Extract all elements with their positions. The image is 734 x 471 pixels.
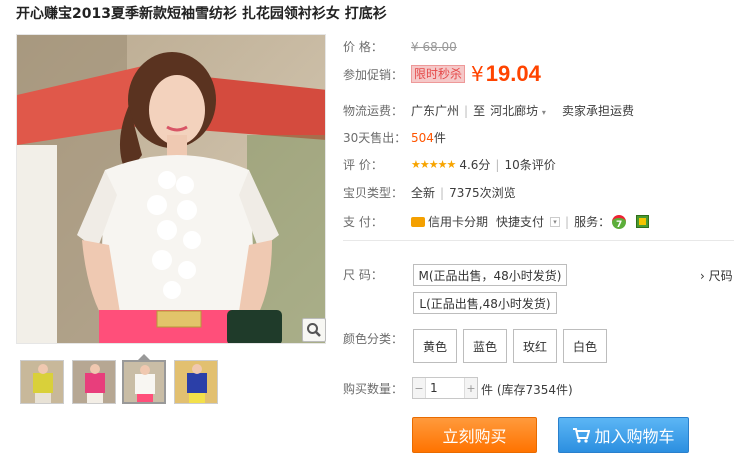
quantity-stepper: − + [412, 377, 478, 399]
buy-now-button[interactable]: 立刻购买 [412, 417, 537, 453]
sales-count: 504 [411, 130, 434, 145]
price-label: 价 格： [343, 40, 383, 54]
star-rating-icon: ★★★★★ [411, 158, 456, 171]
color-option-blue[interactable]: 蓝色 [463, 329, 507, 363]
view-count: 7375次浏览 [449, 186, 516, 200]
currency-symbol: ¥ [471, 62, 484, 86]
shipping-row: 物流运费： 广东广州 | 至 河北廊坊 ▾ 卖家承担运费 [343, 102, 634, 119]
magnifier-icon [307, 323, 321, 337]
rating-row: 评 价： ★★★★★ 4.6分 | 10条评价 [343, 156, 556, 173]
info-divider [343, 240, 734, 241]
rating-score: 4.6分 [459, 158, 491, 172]
chevron-down-icon[interactable]: ▾ [550, 216, 561, 227]
item-condition: 全新 [411, 186, 436, 200]
thumbnail-blue[interactable] [174, 360, 218, 404]
service-label: 服务： [574, 215, 611, 229]
sales-unit: 件 [433, 131, 446, 145]
ship-sep-pipe: | [464, 103, 469, 118]
main-product-image[interactable] [16, 34, 326, 344]
promo-row: 参加促销： 限时秒杀 ¥ 19.04 [343, 61, 541, 87]
sales-row: 30天售出： 504 件 [343, 129, 446, 146]
payment-label: 支 付： [343, 215, 383, 229]
seven-day-return-icon[interactable]: 7 [612, 214, 627, 230]
size-option-l[interactable]: L(正品出售,48小时发货) [413, 292, 557, 314]
ship-from: 广东广州 [411, 104, 460, 118]
color-label: 颜色分类： [343, 332, 404, 346]
quantity-label-row: 购买数量： [343, 380, 411, 397]
item-type-row: 宝贝类型： 全新 | 7375次浏览 [343, 184, 516, 201]
chevron-down-icon: ▾ [541, 108, 546, 117]
review-count-link[interactable]: 10条评价 [504, 156, 555, 173]
color-option-white[interactable]: 白色 [563, 329, 607, 363]
rating-label: 评 价： [343, 158, 383, 172]
payment-row: 支 付： 信用卡分期 快捷支付 ▾ | 服务： 7 [343, 213, 650, 230]
color-label-row: 颜色分类： [343, 330, 411, 347]
color-option-yellow[interactable]: 黄色 [413, 329, 457, 363]
thumbnail-yellow[interactable] [20, 360, 64, 404]
rating-sep: | [495, 157, 500, 172]
quantity-label: 购买数量： [343, 382, 404, 396]
promo-label: 参加促销： [343, 67, 404, 82]
size-label: 尺 码： [343, 268, 383, 282]
credit-card-icon [411, 216, 425, 227]
installment-link[interactable]: 信用卡分期 [428, 213, 488, 230]
add-to-cart-button[interactable]: 加入购物车 [558, 417, 689, 453]
ship-to-value: 河北廊坊 [490, 104, 539, 118]
quickpay-link[interactable]: 快捷支付 [496, 213, 544, 230]
cart-icon [573, 428, 591, 443]
thumbnail-white[interactable] [122, 360, 166, 404]
guarantee-icon[interactable] [636, 215, 650, 228]
size-label-row: 尺 码： [343, 266, 411, 283]
size-guide-link[interactable]: › 尺码 [700, 267, 733, 284]
payment-sep: | [565, 214, 570, 229]
zoom-button[interactable] [302, 318, 326, 342]
product-title: 开心赚宝2013夏季新款短袖雪纺衫 扎花园领衬衫女 打底衫 [16, 6, 387, 22]
promo-price: 19.04 [485, 61, 541, 86]
color-option-rose[interactable]: 玫红 [513, 329, 557, 363]
stock-info: 件 (库存7354件) [481, 383, 573, 397]
item-type-label: 宝贝类型： [343, 186, 404, 200]
flash-sale-tag: 限时秒杀 [411, 65, 466, 83]
price-row: 价 格： ¥ 68.00 [343, 38, 457, 55]
quantity-input[interactable] [425, 378, 465, 398]
shipping-label: 物流运费： [343, 104, 404, 118]
thumbnail-pink[interactable] [72, 360, 116, 404]
shipping-fee: 卖家承担运费 [561, 104, 634, 118]
ship-to-select[interactable]: 河北廊坊 ▾ [490, 102, 546, 119]
size-option-m[interactable]: M(正品出售，48小时发货) [413, 264, 567, 286]
quantity-increase-button[interactable]: + [465, 378, 477, 398]
add-to-cart-label: 加入购物车 [594, 427, 675, 446]
quantity-decrease-button[interactable]: − [413, 378, 425, 398]
sales-label: 30天售出： [343, 131, 407, 145]
ship-to-word: 至 [473, 104, 486, 118]
original-price: ¥ 68.00 [411, 39, 457, 54]
item-type-sep: | [440, 185, 445, 200]
